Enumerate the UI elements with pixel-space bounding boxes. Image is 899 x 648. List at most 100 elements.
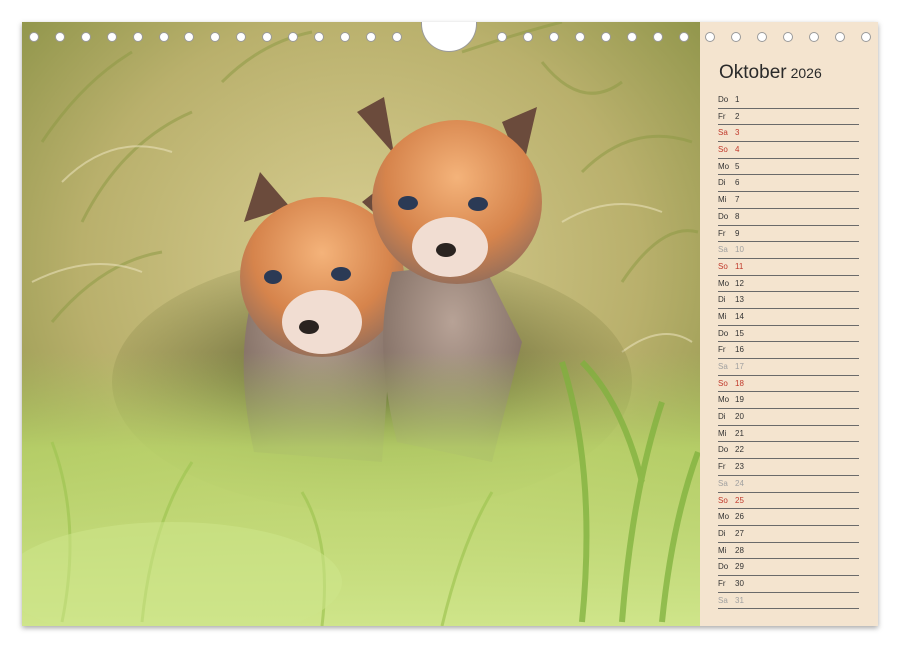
weekday: Mo (718, 395, 730, 405)
calendar-page: Oktober 2026 Do 1 Fr 2 Sa 3 So 4 Mo 5 Di 6 Mi 7 Do 8 Fr 9 S… (22, 22, 878, 626)
weekday: Mi (718, 195, 727, 205)
day-number: 8 (735, 211, 740, 221)
weekday: Sa (718, 595, 728, 605)
day-number: 17 (735, 362, 744, 371)
weekday: Do (718, 211, 729, 221)
day-row: Fr 2 (718, 109, 859, 126)
day-number: 4 (735, 145, 740, 155)
weekday: Di (718, 412, 726, 422)
day-row: Sa 3 (718, 125, 859, 143)
weekday: So (718, 495, 728, 505)
weekday: Di (718, 295, 726, 305)
day-row: Do 22 (718, 442, 859, 460)
day-number: 1 (735, 95, 740, 104)
day-row: Sa 17 (718, 359, 859, 376)
day-number: 24 (735, 478, 744, 488)
weekday: Sa (718, 478, 728, 488)
day-number: 12 (735, 278, 744, 288)
day-number: 30 (735, 578, 744, 588)
day-row: Do 8 (718, 209, 859, 226)
weekday: Mo (718, 512, 730, 522)
day-row: Sa 31 (718, 593, 859, 610)
day-row: Sa 24 (718, 476, 859, 493)
day-number: 26 (735, 512, 744, 522)
month-heading: Oktober 2026 (719, 62, 822, 84)
day-number: 31 (735, 595, 744, 605)
day-row: Mi 14 (718, 309, 859, 326)
day-row: Do 1 (718, 92, 859, 109)
day-row: So 11 (718, 259, 859, 276)
day-number: 23 (735, 462, 744, 472)
weekday: So (718, 145, 728, 155)
month-name: Oktober (719, 62, 787, 83)
day-number: 7 (735, 195, 740, 205)
day-number: 28 (735, 545, 744, 555)
day-list: Do 1 Fr 2 Sa 3 So 4 Mo 5 Di 6 Mi 7 Do 8 Fr 9 Sa 10 So 11 Mo 12 D… (718, 92, 859, 610)
day-row: Mi 7 (718, 192, 859, 209)
weekday: Sa (718, 245, 728, 255)
day-row: Di 27 (718, 526, 859, 543)
year: 2026 (790, 65, 822, 81)
weekday: Sa (718, 128, 728, 138)
weekday: Di (718, 528, 726, 538)
day-number: 5 (735, 161, 740, 171)
day-row: Fr 16 (718, 342, 859, 359)
day-row: Mo 19 (718, 392, 859, 410)
day-number: 16 (735, 345, 744, 355)
weekday: Di (718, 178, 726, 188)
day-row: Mi 28 (718, 543, 859, 560)
day-row: Do 29 (718, 559, 859, 576)
day-number: 21 (735, 428, 744, 438)
day-row: Sa 10 (718, 242, 859, 259)
day-number: 2 (735, 111, 740, 121)
calendar-panel: Oktober 2026 Do 1 Fr 2 Sa 3 So 4 Mo 5 Di 6 Mi 7 Do 8 Fr 9 S… (700, 22, 878, 626)
weekday: Fr (718, 228, 726, 238)
day-row: Mo 12 (718, 276, 859, 293)
day-row: Di 13 (718, 292, 859, 309)
day-row: Di 6 (718, 175, 859, 193)
weekday: Fr (718, 578, 726, 588)
day-number: 11 (735, 261, 744, 271)
day-number: 27 (735, 528, 744, 538)
day-row: Mo 5 (718, 159, 859, 176)
weekday: Mi (718, 428, 727, 438)
day-number: 20 (735, 412, 744, 422)
day-row: Mi 21 (718, 426, 859, 443)
day-row: Do 15 (718, 326, 859, 343)
day-row: Fr 9 (718, 226, 859, 243)
weekday: Mo (718, 161, 730, 171)
day-row: Di 20 (718, 409, 859, 426)
day-number: 25 (735, 495, 744, 505)
day-row: So 25 (718, 493, 859, 510)
day-row: So 18 (718, 376, 859, 393)
weekday: Fr (718, 462, 726, 472)
day-row: So 4 (718, 142, 859, 159)
weekday: Do (718, 328, 729, 338)
weekday: Fr (718, 111, 726, 121)
weekday: Sa (718, 362, 728, 371)
day-row: Fr 30 (718, 576, 859, 593)
day-number: 22 (735, 445, 744, 455)
day-number: 10 (735, 245, 744, 255)
fox-cubs-photo (22, 22, 700, 626)
day-number: 14 (735, 311, 744, 321)
weekday: So (718, 378, 728, 388)
day-row: Fr 23 (718, 459, 859, 476)
weekday: Do (718, 562, 729, 572)
weekday: So (718, 261, 728, 271)
weekday: Do (718, 95, 729, 104)
day-number: 3 (735, 128, 740, 138)
day-number: 9 (735, 228, 740, 238)
weekday: Fr (718, 345, 726, 355)
weekday: Do (718, 445, 729, 455)
weekday: Mi (718, 545, 727, 555)
day-row: Mo 26 (718, 509, 859, 526)
day-number: 6 (735, 178, 740, 188)
weekday: Mo (718, 278, 730, 288)
day-number: 13 (735, 295, 744, 305)
day-number: 19 (735, 395, 744, 405)
day-number: 18 (735, 378, 744, 388)
day-number: 29 (735, 562, 744, 572)
day-number: 15 (735, 328, 744, 338)
weekday: Mi (718, 311, 727, 321)
